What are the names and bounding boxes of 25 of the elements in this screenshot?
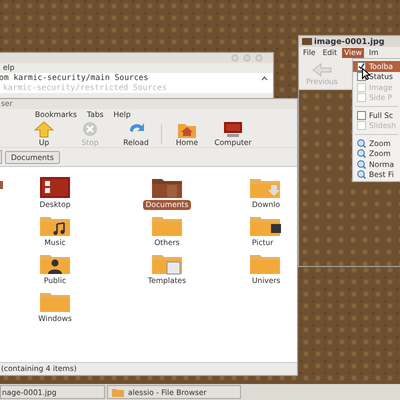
checkbox-icon	[357, 110, 366, 120]
home-folder-icon	[177, 121, 197, 138]
checked-checkbox-icon	[357, 62, 366, 71]
scroll-up-icon	[260, 74, 269, 82]
stop-icon	[80, 121, 100, 138]
sidebar-item	[0, 181, 3, 189]
pictures-folder-icon[interactable]	[249, 214, 281, 237]
left-arrow-icon	[312, 62, 332, 76]
magnifier-icon	[357, 170, 366, 180]
checkbox-icon	[357, 121, 366, 130]
checkbox-icon	[357, 93, 366, 102]
desktop-icon[interactable]	[39, 176, 71, 199]
magnifier-icon	[357, 160, 366, 169]
person-folder-icon[interactable]	[39, 252, 71, 275]
mouse-pointer-icon	[362, 68, 370, 80]
music-folder-icon[interactable]	[39, 214, 71, 237]
templates-folder-icon[interactable]	[151, 252, 183, 275]
up-arrow-icon	[34, 121, 54, 138]
magnifier-icon	[357, 138, 366, 148]
checkbox-icon	[357, 82, 366, 92]
window-title: image-0001.jpg	[314, 37, 384, 46]
magnifier-icon	[357, 149, 366, 158]
image-icon	[302, 38, 312, 45]
monitor-icon	[223, 121, 243, 138]
folder-icon[interactable]	[151, 176, 183, 199]
